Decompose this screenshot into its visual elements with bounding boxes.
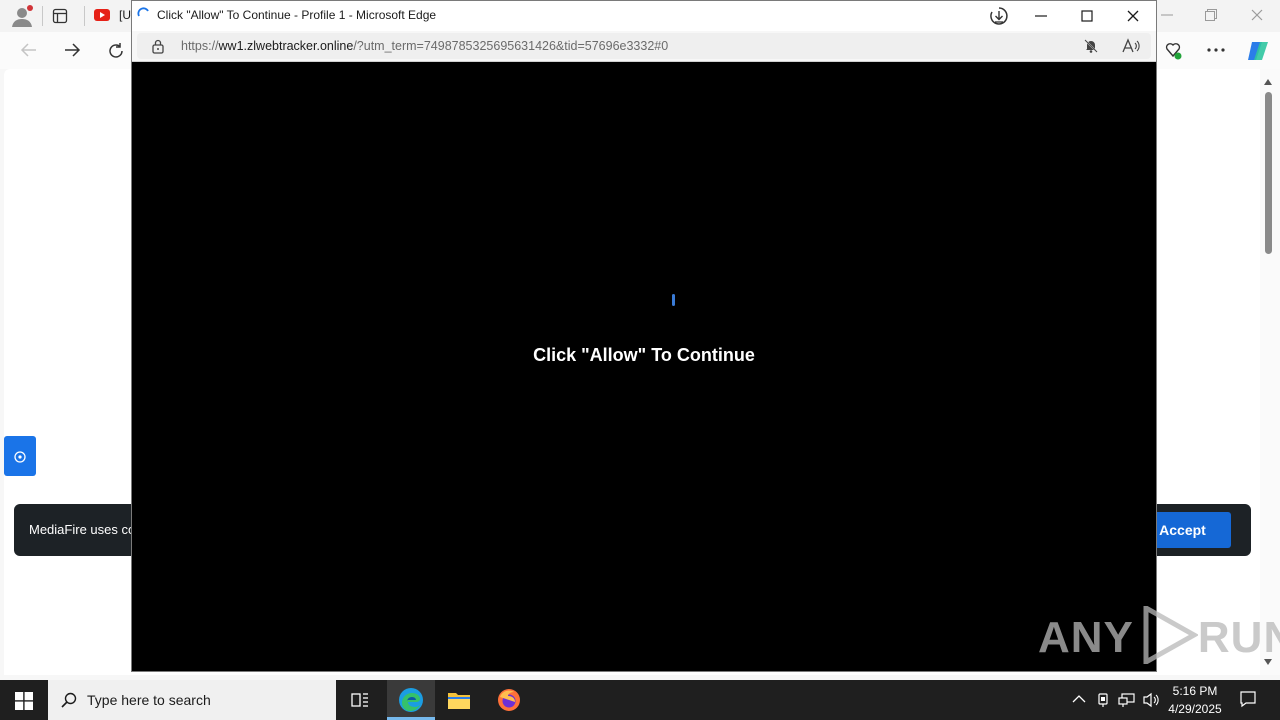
cookie-consent-text: MediaFire uses co <box>29 522 136 537</box>
loading-indicator <box>672 294 675 306</box>
popup-maximize-icon[interactable] <box>1080 9 1094 23</box>
url-path: /?utm_term=7498785325695631426&tid=57696… <box>353 39 669 53</box>
volume-icon[interactable] <box>1142 692 1160 708</box>
background-tab[interactable]: [U <box>88 3 131 29</box>
clock-date[interactable]: 4/29/2025 <box>1160 702 1230 716</box>
popup-minimize-icon[interactable] <box>1034 9 1048 23</box>
profile-avatar-icon[interactable] <box>10 5 34 27</box>
clock-time[interactable]: 5:16 PM <box>1160 684 1230 698</box>
windows-start-icon[interactable] <box>15 692 33 710</box>
tab-divider <box>42 6 43 26</box>
meet-now-icon[interactable] <box>1096 692 1110 708</box>
network-icon[interactable] <box>1118 692 1136 708</box>
floating-settings-button[interactable] <box>4 436 36 476</box>
file-explorer-icon[interactable] <box>447 689 471 711</box>
minimize-icon[interactable] <box>1160 8 1174 22</box>
firefox-icon[interactable] <box>497 688 521 712</box>
restore-icon[interactable] <box>1204 8 1218 22</box>
scroll-up-icon[interactable] <box>1263 78 1273 86</box>
forward-arrow-icon[interactable] <box>63 42 81 58</box>
edge-browser-icon[interactable] <box>398 687 424 713</box>
notifications-blocked-icon[interactable] <box>1084 39 1098 53</box>
task-view-icon[interactable] <box>350 690 370 710</box>
popup-close-icon[interactable] <box>1126 9 1140 23</box>
popup-window-title: Click "Allow" To Continue - Profile 1 - … <box>157 8 437 22</box>
close-icon[interactable] <box>1250 8 1264 22</box>
tab-title: [U <box>119 8 131 22</box>
tab-actions-icon[interactable] <box>52 8 68 24</box>
loading-spinner-icon <box>137 7 151 21</box>
search-icon <box>61 692 77 708</box>
gear-icon <box>13 450 27 464</box>
youtube-icon <box>94 9 110 21</box>
scrollbar-thumb[interactable] <box>1265 92 1272 254</box>
lock-icon[interactable] <box>151 38 165 54</box>
browser-essentials-icon[interactable] <box>1163 41 1183 61</box>
anyrun-watermark-logo: ANYRUN <box>1038 603 1280 667</box>
popup-page-content <box>132 62 1156 671</box>
notification-center-icon[interactable] <box>1239 690 1257 708</box>
downloads-icon[interactable] <box>989 6 1009 26</box>
url-domain: ww1.zlwebtracker.online <box>218 39 354 53</box>
more-options-icon[interactable] <box>1207 48 1225 52</box>
popup-url-text: https://ww1.zlwebtracker.online/?utm_ter… <box>181 39 668 53</box>
show-hidden-icons-chevron-icon[interactable] <box>1072 694 1086 704</box>
read-aloud-icon[interactable] <box>1122 38 1140 54</box>
tab-divider <box>84 6 85 26</box>
refresh-icon[interactable] <box>107 42 125 60</box>
back-arrow-icon[interactable] <box>20 42 38 58</box>
allow-to-continue-message: Click "Allow" To Continue <box>533 345 755 365</box>
search-placeholder: Type here to search <box>87 692 211 708</box>
copilot-icon[interactable] <box>1246 40 1270 62</box>
url-prefix: https:// <box>181 39 219 53</box>
